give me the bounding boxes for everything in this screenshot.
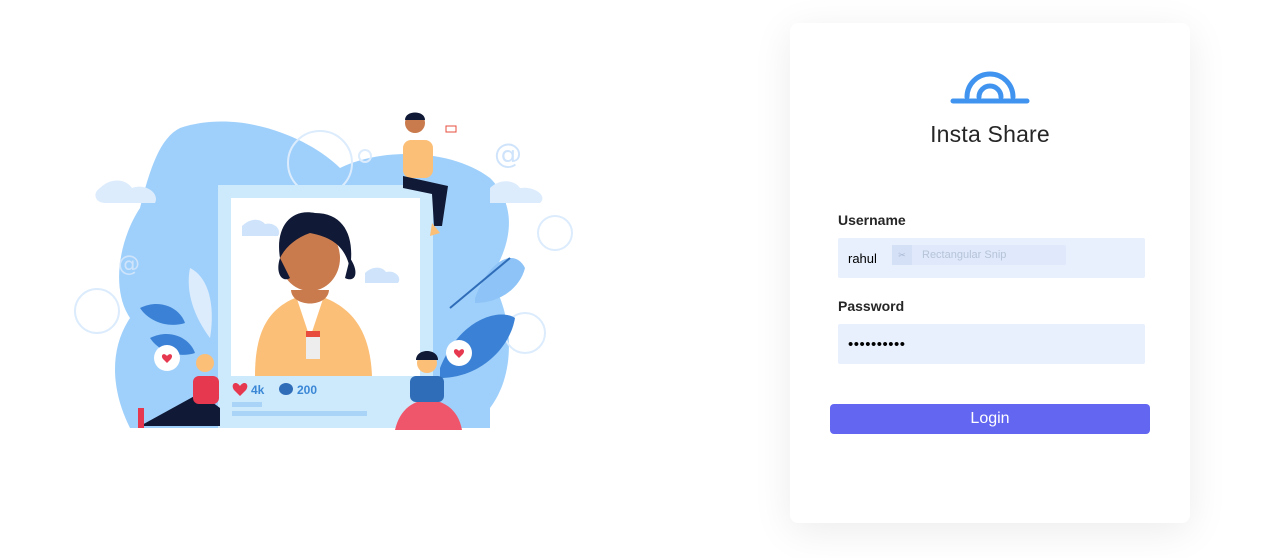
password-input[interactable]: ••••••••••: [838, 324, 1145, 364]
autofill-suggestion-label: Rectangular Snip: [922, 249, 1007, 261]
svg-text:@: @: [494, 137, 522, 170]
login-page: @ @ 4k 200 Insta Share Username rahul ✂ …: [0, 0, 1265, 558]
heart-icon: [154, 345, 180, 371]
password-value: ••••••••••: [848, 335, 906, 353]
snip-icon: ✂: [892, 245, 912, 265]
password-label: Password: [838, 298, 905, 314]
at-sign-icon: @: [118, 252, 140, 277]
username-value: rahul: [848, 250, 877, 266]
login-card: Insta Share Username rahul ✂ Rectangular…: [790, 23, 1190, 523]
insta-share-logo-icon: [950, 71, 1030, 104]
comment-icon: [279, 383, 293, 395]
username-label: Username: [838, 212, 906, 228]
username-input[interactable]: rahul ✂ Rectangular Snip: [838, 238, 1145, 278]
app-title: Insta Share: [930, 121, 1050, 147]
autofill-suggestion[interactable]: ✂ Rectangular Snip: [892, 245, 1066, 265]
at-sign-icon: @: [494, 137, 522, 170]
comment-count: 200: [297, 383, 317, 397]
heart-icon: [446, 340, 472, 366]
login-button[interactable]: Login: [830, 404, 1150, 434]
social-media-illustration: @ @ 4k 200: [74, 112, 573, 430]
svg-text:@: @: [118, 252, 140, 277]
like-count: 4k: [251, 383, 265, 397]
